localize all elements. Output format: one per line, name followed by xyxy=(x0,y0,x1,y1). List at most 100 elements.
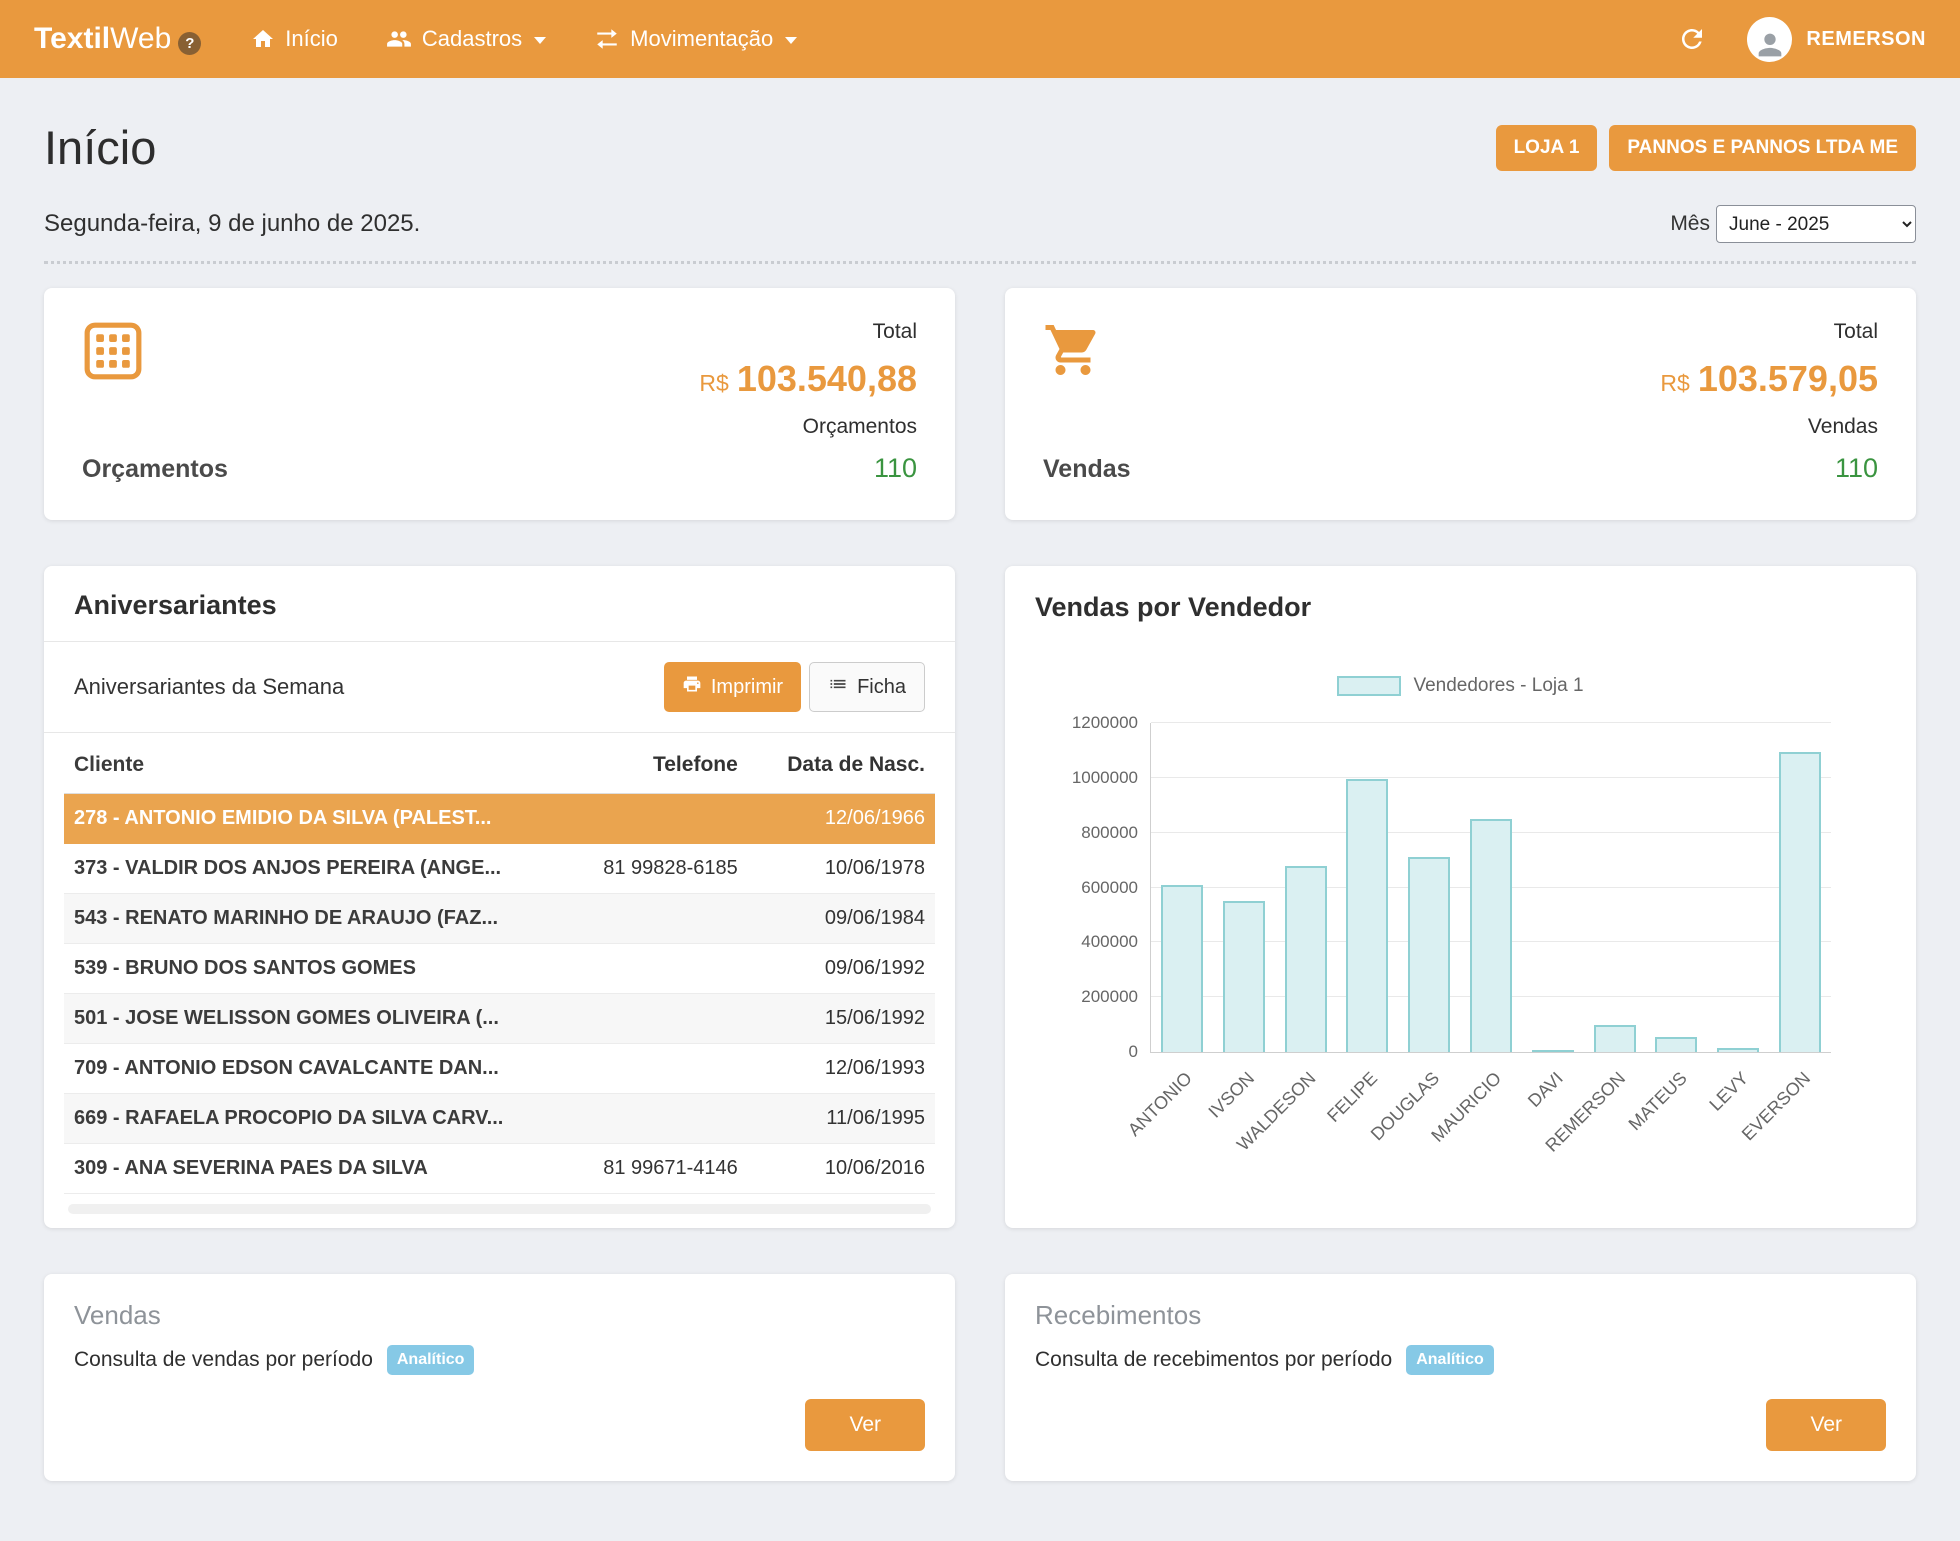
birthday-date-cell: 10/06/2016 xyxy=(738,1157,925,1180)
nav-item-label: Movimentação xyxy=(630,26,773,52)
chart-y-tick-label: 200000 xyxy=(1043,987,1138,1007)
birthday-phone-cell: 81 99671-4146 xyxy=(534,1157,738,1180)
chart-bar xyxy=(1532,1050,1574,1052)
birthday-date-cell: 09/06/1984 xyxy=(738,907,925,930)
total-label: Total xyxy=(699,320,917,344)
chart-y-tick-label: 600000 xyxy=(1043,878,1138,898)
avatar xyxy=(1747,17,1792,62)
chart-bar xyxy=(1470,819,1512,1052)
card-label: Vendas xyxy=(1043,455,1131,484)
chart-bar xyxy=(1408,857,1450,1052)
help-icon[interactable]: ? xyxy=(178,32,201,55)
birthdays-title: Aniversariantes xyxy=(44,566,955,642)
user-menu[interactable]: REMERSON xyxy=(1747,17,1926,62)
nav-item-label: Cadastros xyxy=(422,26,522,52)
birthday-client-cell: 669 - RAFAELA PROCOPIO DA SILVA CARV... xyxy=(74,1107,534,1130)
month-select[interactable]: June - 2025 xyxy=(1716,205,1916,243)
birthday-date-cell: 15/06/1992 xyxy=(738,1007,925,1030)
analitico-badge: Analítico xyxy=(387,1345,475,1375)
orcamentos-summary-card: Orçamentos Total R$103.540,88 Orçamentos… xyxy=(44,288,955,520)
nav-item-movimentacao[interactable]: Movimentação xyxy=(570,0,821,78)
birthday-client-cell: 501 - JOSE WELISSON GOMES OLIVEIRA (... xyxy=(74,1007,534,1030)
chart-title: Vendas por Vendedor xyxy=(1035,592,1886,623)
chart-y-tick-label: 1000000 xyxy=(1043,768,1138,788)
current-date: Segunda-feira, 9 de junho de 2025. xyxy=(44,210,420,238)
report-title: Vendas xyxy=(74,1300,925,1331)
ver-recebimentos-button[interactable]: Ver xyxy=(1766,1399,1886,1451)
birthdays-card: Aniversariantes Aniversariantes da Seman… xyxy=(44,566,955,1228)
chart-bar xyxy=(1161,885,1203,1052)
chart-gridline xyxy=(1151,777,1831,778)
company-badge[interactable]: PANNOS E PANNOS LTDA ME xyxy=(1609,125,1916,171)
total-label: Total xyxy=(1660,320,1878,344)
table-row[interactable]: 543 - RENATO MARINHO DE ARAUJO (FAZ... 09… xyxy=(64,894,935,944)
birthday-date-cell: 10/06/1978 xyxy=(738,857,925,880)
birthday-date-cell: 11/06/1995 xyxy=(738,1107,925,1130)
table-row[interactable]: 539 - BRUNO DOS SANTOS GOMES09/06/1992 xyxy=(64,944,935,994)
user-name: REMERSON xyxy=(1806,28,1926,51)
report-subtitle: Consulta de vendas por período xyxy=(74,1348,373,1372)
record-button[interactable]: Ficha xyxy=(809,662,925,712)
legend-label: Vendedores - Loja 1 xyxy=(1413,675,1583,697)
cart-icon xyxy=(1043,320,1131,385)
count-value: 110 xyxy=(1660,453,1878,484)
home-icon xyxy=(251,27,275,51)
navbar: TextilWeb ? Início Cadastros Movimentaçã… xyxy=(0,0,1960,78)
chart-legend[interactable]: Vendedores - Loja 1 xyxy=(1035,675,1886,697)
count-label: Vendas xyxy=(1660,415,1878,439)
birthday-client-cell: 543 - RENATO MARINHO DE ARAUJO (FAZ... xyxy=(74,907,534,930)
chart-gridline xyxy=(1151,722,1831,723)
vendas-report-card: Vendas Consulta de vendas por período An… xyxy=(44,1274,955,1481)
birthday-phone-cell: 81 99828-6185 xyxy=(534,857,738,880)
main-content: Início LOJA 1 PANNOS E PANNOS LTDA ME Se… xyxy=(0,78,1960,1541)
birthday-client-cell: 709 - ANTONIO EDSON CAVALCANTE DAN... xyxy=(74,1057,534,1080)
ver-vendas-button[interactable]: Ver xyxy=(805,1399,925,1451)
chart-bar xyxy=(1594,1025,1636,1052)
total-value: R$103.579,05 xyxy=(1660,358,1878,400)
app-logo[interactable]: TextilWeb ? xyxy=(34,22,201,56)
birthday-table-body: 278 - ANTONIO EMIDIO DA SILVA (PALEST...… xyxy=(64,794,935,1194)
exchange-arrows-icon xyxy=(594,26,620,52)
legend-swatch xyxy=(1337,676,1401,696)
chevron-down-icon xyxy=(785,37,797,44)
logo-text-light: Web xyxy=(110,22,171,56)
month-label: Mês xyxy=(1670,212,1710,236)
card-label: Orçamentos xyxy=(82,455,228,484)
birthday-date-cell: 12/06/1966 xyxy=(738,807,925,830)
table-row[interactable]: 278 - ANTONIO EMIDIO DA SILVA (PALEST...… xyxy=(64,794,935,844)
navbar-right: REMERSON xyxy=(1677,17,1926,62)
chart-bar xyxy=(1717,1048,1759,1052)
chart-y-tick-label: 1200000 xyxy=(1043,713,1138,733)
col-telefone: Telefone xyxy=(534,753,738,777)
store-badge[interactable]: LOJA 1 xyxy=(1496,125,1598,171)
chevron-down-icon xyxy=(534,37,546,44)
analitico-badge: Analítico xyxy=(1406,1345,1494,1375)
total-value: R$103.540,88 xyxy=(699,358,917,400)
nav-item-inicio[interactable]: Início xyxy=(227,0,362,78)
chart-bar xyxy=(1223,901,1265,1052)
chart-bar xyxy=(1285,866,1327,1052)
list-icon xyxy=(828,674,848,700)
table-row[interactable]: 373 - VALDIR DOS ANJOS PEREIRA (ANGE...8… xyxy=(64,844,935,894)
chart-y-tick-label: 800000 xyxy=(1043,823,1138,843)
table-row[interactable]: 669 - RAFAELA PROCOPIO DA SILVA CARV... 1… xyxy=(64,1094,935,1144)
col-data-nasc: Data de Nasc. xyxy=(738,753,925,777)
nav-item-cadastros[interactable]: Cadastros xyxy=(362,0,570,78)
chart-bar xyxy=(1346,779,1388,1052)
print-button[interactable]: Imprimir xyxy=(664,662,801,712)
recebimentos-report-card: Recebimentos Consulta de recebimentos po… xyxy=(1005,1274,1916,1481)
page-title: Início xyxy=(44,120,156,175)
vendas-summary-card: Vendas Total R$103.579,05 Vendas 110 xyxy=(1005,288,1916,520)
table-row[interactable]: 709 - ANTONIO EDSON CAVALCANTE DAN...12/… xyxy=(64,1044,935,1094)
people-icon xyxy=(386,26,412,52)
report-title: Recebimentos xyxy=(1035,1300,1886,1331)
table-row[interactable]: 501 - JOSE WELISSON GOMES OLIVEIRA (... 1… xyxy=(64,994,935,1044)
logo-text-bold: Textil xyxy=(34,22,110,56)
count-value: 110 xyxy=(699,453,917,484)
horizontal-scrollbar[interactable] xyxy=(68,1204,931,1214)
birthday-client-cell: 309 - ANA SEVERINA PAES DA SILVA xyxy=(74,1157,534,1180)
refresh-icon[interactable] xyxy=(1677,24,1707,54)
table-row[interactable]: 309 - ANA SEVERINA PAES DA SILVA81 99671… xyxy=(64,1144,935,1194)
col-cliente: Cliente xyxy=(74,753,534,777)
count-label: Orçamentos xyxy=(699,415,917,439)
